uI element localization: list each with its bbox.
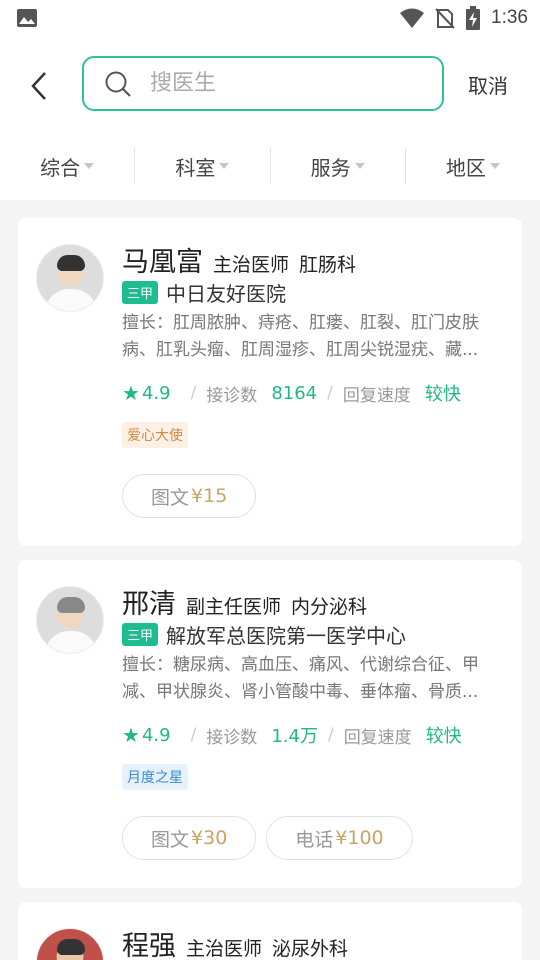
reply-label: 回复速度	[343, 727, 412, 748]
service-buttons: 图文 ¥15	[122, 474, 257, 518]
doctor-name: 邢清	[122, 589, 176, 620]
hospital-name: 解放军总医院第一医学中心	[166, 624, 407, 648]
filter-label: 综合	[40, 155, 81, 180]
doctor-card[interactable]: 程强 主治医师 泌尿外科	[18, 902, 522, 960]
filter-label: 地区	[445, 155, 486, 180]
filter-department[interactable]: 科室	[135, 148, 271, 184]
no-sim-icon	[435, 8, 455, 29]
search-box[interactable]	[82, 56, 444, 111]
service-price: ¥30	[191, 827, 228, 849]
doctor-name: 程强	[122, 931, 176, 960]
reply-speed: 较快	[424, 384, 461, 405]
filter-region[interactable]: 地区	[406, 148, 540, 184]
doctor-list: 马凰富 主治医师 肛肠科 三甲 中日友好医院 擅长：肛周脓肿、痔疮、肛瘘、肛裂、…	[18, 218, 522, 960]
service-text-button[interactable]: 图文 ¥30	[122, 816, 257, 860]
caret-down-icon	[84, 163, 95, 169]
search-input[interactable]	[150, 71, 410, 96]
doctor-title: 主治医师	[213, 254, 290, 276]
filter-label: 科室	[175, 155, 216, 180]
hospital-name: 中日友好医院	[166, 282, 287, 306]
service-text-button[interactable]: 图文 ¥15	[122, 474, 257, 518]
consult-label: 接诊数	[206, 385, 258, 406]
cancel-button[interactable]: 取消	[468, 70, 508, 99]
filter-bar: 综合 科室 服务 地区	[0, 132, 540, 200]
star-icon: ★	[122, 723, 140, 747]
doctor-avatar	[36, 244, 104, 312]
doctor-card[interactable]: 邢清 副主任医师 内分泌科 三甲 解放军总医院第一医学中心 擅长：糖尿病、高血压…	[18, 560, 522, 888]
doctor-specialty: 擅长：糖尿病、高血压、痛风、代谢综合征、甲减、甲状腺炎、肾小管酸中毒、垂体瘤、骨…	[122, 655, 479, 702]
doctor-stats: ★ 4.9 / 接诊数 8164 / 回复速度 较快	[122, 380, 461, 406]
divider: /	[190, 383, 197, 403]
consult-count: 1.4万	[271, 726, 318, 747]
doctor-card[interactable]: 马凰富 主治医师 肛肠科 三甲 中日友好医院 擅长：肛周脓肿、痔疮、肛瘘、肛裂、…	[18, 218, 522, 546]
status-time: 1:36	[491, 7, 528, 28]
service-label: 图文	[151, 486, 190, 509]
doctor-tag: 月度之星	[122, 764, 188, 790]
hospital-grade-badge: 三甲	[122, 623, 159, 646]
consult-count: 8164	[271, 382, 318, 404]
doctor-avatar	[36, 928, 104, 960]
doctor-title: 副主任医师	[186, 596, 282, 618]
service-phone-button[interactable]: 电话 ¥100	[266, 816, 413, 860]
status-bar: 1:36	[0, 0, 540, 36]
doctor-title: 主治医师	[186, 938, 263, 960]
caret-down-icon	[219, 163, 230, 169]
rating-value: 4.9	[141, 382, 171, 404]
filter-comprehensive[interactable]: 综合	[0, 148, 136, 184]
search-icon	[105, 71, 131, 97]
service-price: ¥100	[335, 827, 384, 849]
star-icon: ★	[122, 381, 140, 405]
filter-service[interactable]: 服务	[271, 148, 406, 184]
doctor-tag: 爱心大使	[122, 422, 188, 448]
doctor-name: 马凰富	[122, 247, 203, 278]
service-label: 电话	[295, 828, 334, 851]
service-price: ¥15	[191, 485, 228, 507]
caret-down-icon	[489, 163, 500, 169]
chevron-left-icon	[31, 72, 46, 100]
hospital-grade-badge: 三甲	[122, 281, 159, 304]
caret-down-icon	[354, 163, 365, 169]
gallery-icon	[17, 9, 37, 27]
back-button[interactable]	[24, 68, 54, 104]
filter-label: 服务	[310, 155, 351, 180]
wifi-icon	[400, 8, 425, 28]
reply-speed: 较快	[425, 726, 462, 747]
doctor-department: 泌尿外科	[272, 938, 349, 960]
reply-label: 回复速度	[342, 385, 411, 406]
divider: /	[327, 725, 334, 745]
doctor-avatar	[36, 586, 104, 654]
divider: /	[327, 383, 333, 403]
rating-value: 4.9	[141, 724, 171, 746]
consult-label: 接诊数	[206, 727, 258, 748]
doctor-department: 内分泌科	[291, 596, 368, 618]
doctor-department: 肛肠科	[299, 254, 357, 276]
battery-charging-icon	[466, 6, 481, 30]
divider: /	[190, 725, 197, 745]
doctor-stats: ★ 4.9 / 接诊数 1.4万 / 回复速度 较快	[122, 722, 462, 748]
service-label: 图文	[151, 828, 190, 851]
search-header: 取消	[0, 36, 540, 132]
doctor-specialty: 擅长：肛周脓肿、痔疮、肛瘘、肛裂、肛门皮肤病、肛乳头瘤、肛周湿疹、肛周尖锐湿疣、…	[122, 313, 479, 360]
service-buttons: 图文 ¥30 电话 ¥100	[122, 816, 413, 860]
